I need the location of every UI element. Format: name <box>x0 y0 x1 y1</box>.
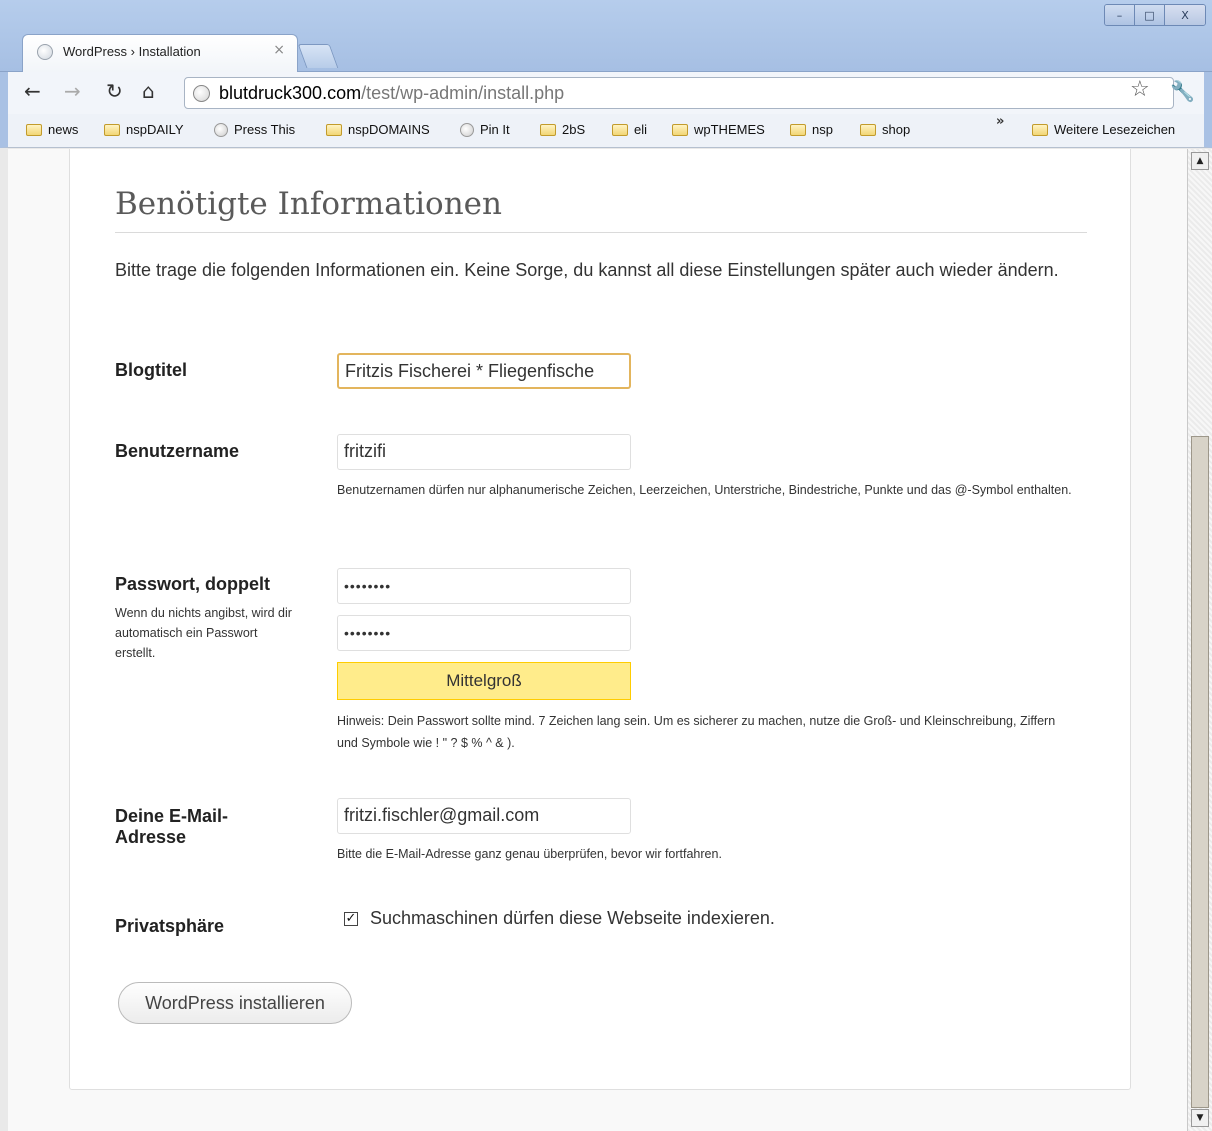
forward-arrow-icon[interactable]: → <box>64 80 81 102</box>
globe-icon <box>193 85 210 102</box>
heading-divider <box>115 232 1087 233</box>
search-engine-checkbox[interactable]: ✓ <box>344 912 358 926</box>
folder-icon <box>104 123 120 136</box>
password-hint: Hinweis: Dein Passwort sollte mind. 7 Ze… <box>337 714 1056 750</box>
globe-icon <box>37 44 53 60</box>
bookmark-item[interactable]: nspDOMAINS <box>326 122 430 137</box>
reload-icon[interactable]: ↻ <box>106 80 123 102</box>
intro-text: Bitte trage die folgenden Informationen … <box>115 260 1059 280</box>
email-input[interactable]: fritzi.fischler@gmail.com <box>337 798 631 834</box>
scroll-down-arrow-icon[interactable]: ▼ <box>1191 1109 1209 1127</box>
window-controls: – □ X <box>1104 4 1206 26</box>
browser-toolbar: ← → ↻ ⌂ blutdruck300.com/test/wp-admin/i… <box>0 72 1212 114</box>
bookmark-item[interactable]: 2bS <box>540 122 585 137</box>
vertical-scrollbar[interactable]: ▲ ▼ <box>1187 149 1212 1131</box>
bookmark-item[interactable]: news <box>26 122 78 137</box>
install-form-panel: Benötigte Informationen Bitte trage die … <box>69 149 1131 1090</box>
folder-icon <box>860 123 876 136</box>
minimize-button[interactable]: – <box>1105 5 1135 25</box>
folder-icon <box>26 123 42 136</box>
wrench-icon[interactable]: 🔧 <box>1170 79 1195 103</box>
scroll-up-arrow-icon[interactable]: ▲ <box>1191 152 1209 170</box>
password-input-2[interactable]: •••••••• <box>337 615 631 651</box>
folder-icon <box>672 123 688 136</box>
password-strength-indicator: Mittelgroß <box>337 662 631 700</box>
blog-title-input[interactable]: Fritzis Fischerei * Fliegenfische <box>337 353 631 389</box>
username-input[interactable]: fritzifi <box>337 434 631 470</box>
url-text: blutdruck300.com/test/wp-admin/install.p… <box>219 83 565 103</box>
globe-icon <box>460 122 474 137</box>
bookmark-item[interactable]: Press This <box>214 122 295 137</box>
install-wordpress-button[interactable]: WordPress installieren <box>118 982 352 1024</box>
browser-tab[interactable]: WordPress › Installation × <box>22 34 298 72</box>
email-label: Deine E-Mail-Adresse <box>115 806 229 847</box>
folder-icon <box>326 123 342 136</box>
folder-icon <box>1032 123 1048 136</box>
globe-icon <box>214 122 228 137</box>
email-help: Bitte die E-Mail-Adresse ganz genau über… <box>337 847 722 861</box>
other-bookmarks[interactable]: Weitere Lesezeichen <box>1032 122 1175 137</box>
page-title: Benötigte Informationen <box>115 186 502 222</box>
username-help: Benutzernamen dürfen nur alphanumerische… <box>337 483 1072 497</box>
bookmark-item[interactable]: nsp <box>790 122 833 137</box>
address-bar[interactable]: blutdruck300.com/test/wp-admin/install.p… <box>184 77 1174 109</box>
star-icon[interactable]: ☆ <box>1130 77 1150 102</box>
bookmark-item[interactable]: wpTHEMES <box>672 122 765 137</box>
password-label: Passwort, doppelt <box>115 574 271 594</box>
password-input-1[interactable]: •••••••• <box>337 568 631 604</box>
close-icon[interactable]: × <box>273 42 285 58</box>
back-arrow-icon[interactable]: ← <box>24 80 41 102</box>
bookmark-item[interactable]: shop <box>860 122 910 137</box>
page-viewport: Benötigte Informationen Bitte trage die … <box>8 149 1187 1131</box>
bookmark-item[interactable]: nspDAILY <box>104 122 184 137</box>
scrollbar-thumb[interactable] <box>1191 436 1209 1108</box>
blog-title-label: Blogtitel <box>115 360 187 380</box>
maximize-button[interactable]: □ <box>1135 5 1165 25</box>
bookmarks-overflow-chevron[interactable]: » <box>996 114 1004 129</box>
username-label: Benutzername <box>115 441 240 461</box>
bookmark-item[interactable]: Pin It <box>460 122 510 137</box>
new-tab-button[interactable] <box>297 44 339 68</box>
password-sub-label: Wenn du nichts angibst, wird dir automat… <box>115 606 292 660</box>
bookmarks-bar: news nspDAILY Press This nspDOMAINS Pin … <box>0 114 1212 148</box>
close-window-button[interactable]: X <box>1165 5 1205 25</box>
tab-title: WordPress › Installation <box>63 44 201 59</box>
search-engine-checkbox-label[interactable]: Suchmaschinen dürfen diese Webseite inde… <box>370 908 775 929</box>
privacy-label: Privatsphäre <box>115 916 225 936</box>
folder-icon <box>612 123 628 136</box>
bookmark-item[interactable]: eli <box>612 122 647 137</box>
home-icon[interactable]: ⌂ <box>142 80 155 102</box>
folder-icon <box>540 123 556 136</box>
browser-titlebar: WordPress › Installation × – □ X <box>0 0 1212 72</box>
folder-icon <box>790 123 806 136</box>
